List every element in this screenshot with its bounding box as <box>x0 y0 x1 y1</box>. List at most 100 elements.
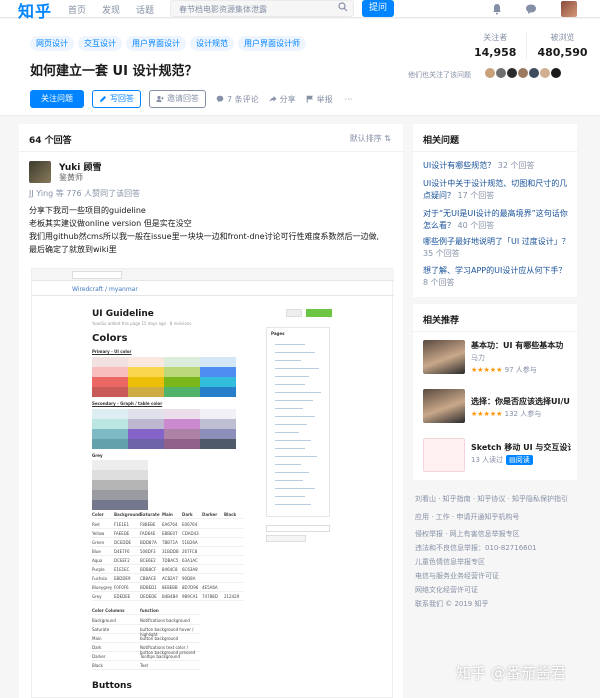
followed-by-text[interactable]: 他们也关注了该问题 <box>408 70 471 80</box>
page-link <box>275 416 315 417</box>
recommend-item-title[interactable]: Sketch 移动 UI 与交互设计 <box>471 442 571 453</box>
rating-stars: ★★★★★ <box>471 410 503 418</box>
followers-stat[interactable]: 关注者 14,958 <box>464 32 526 59</box>
follower-avatar[interactable] <box>550 67 562 79</box>
table-cell: E1E1EC <box>114 567 130 572</box>
related-question-count: 17 个回答 <box>457 191 495 200</box>
related-question-text[interactable]: UI设计有哪些规范？ <box>423 161 495 170</box>
bell-icon[interactable] <box>491 3 503 15</box>
search-icon[interactable] <box>338 2 348 12</box>
question-header: 网页设计 交互设计 用户界面设计 设计规范 用户界面设计师 如何建立一套 UI … <box>0 19 600 116</box>
footer-links[interactable]: 刘看山 · 知乎指南 · 知乎协议 · 知乎隐私保护指引 <box>415 492 585 506</box>
message-icon[interactable] <box>525 3 537 15</box>
nav-home[interactable]: 首页 <box>68 3 86 16</box>
table-cell: 31BDDB <box>162 549 179 554</box>
report-label: 举报 <box>316 94 333 104</box>
footer-links[interactable]: 联系我们 © 2019 知乎 <box>415 597 585 611</box>
table-row: Purple E1E1EC BDB8CF 8464C8 6C63A8 <box>92 566 244 574</box>
answer-line: 我们用github然cms所以我一般在issue里一块块一边和front-dne… <box>29 232 380 241</box>
table-cell: Tooltips background <box>140 654 181 659</box>
book-cover-image[interactable] <box>423 438 465 472</box>
table-cell: EBDDE9 <box>114 576 131 581</box>
topic-tag[interactable]: 用户界面设计 <box>126 36 186 51</box>
related-question-count: 40 个回答 <box>457 221 495 230</box>
related-question[interactable]: 对于“无UI是UI设计的最高境界”这句话你怎么看？ 40 个回答 <box>423 208 573 232</box>
color-swatch <box>92 419 128 429</box>
page-link <box>275 480 303 481</box>
table-cell: Background <box>92 618 116 623</box>
table-header: function <box>140 608 159 613</box>
answer-image[interactable]: Wiredcraft / myanmar UI Guideline YuanSu… <box>31 268 394 698</box>
table-row: Red F1E1E1 F8BEBE EA6764 E06764 <box>92 521 244 529</box>
topic-tag[interactable]: 设计规范 <box>190 36 234 51</box>
read-button[interactable]: ▤阅读 <box>506 455 533 465</box>
related-question-text[interactable]: UI设计中关于设计规范、切图和尺寸的几点疑问？ <box>423 179 567 200</box>
footer-links[interactable]: 侵权举报 · 网上有害信息举报专区 <box>415 527 585 541</box>
related-question-text[interactable]: 对于“无UI是UI设计的最高境界”这句话你怎么看？ <box>423 209 568 230</box>
author-avatar[interactable] <box>29 161 51 183</box>
table-cell: CB8ACE <box>140 576 157 581</box>
follow-question-button[interactable]: 关注问题 <box>30 90 84 108</box>
table-cell: 7BB71A <box>162 540 178 545</box>
color-swatch <box>92 367 128 377</box>
table-header: Darker <box>202 512 218 517</box>
live-cover-image[interactable] <box>423 340 465 374</box>
recommend-item-author: 马力 <box>471 354 485 362</box>
page-link <box>275 352 315 353</box>
readers-count: 13 人读过 <box>471 456 504 464</box>
upvote-summary[interactable]: JJ Ying 等 776 人赞同了该回答 <box>29 188 140 199</box>
table-cell: 74788D <box>202 594 218 599</box>
related-question[interactable]: 想了解、学习APP的UI设计应从何下手？ 8 个回答 <box>423 265 573 289</box>
more-button[interactable]: ··· <box>345 95 353 104</box>
share-button[interactable]: 分享 <box>269 94 296 105</box>
topic-tag[interactable]: 网页设计 <box>30 36 74 51</box>
related-title: 相关问题 <box>423 136 460 146</box>
color-swatch <box>92 470 148 480</box>
footer-links[interactable]: 网络文化经营许可证 <box>415 583 585 597</box>
related-question[interactable]: UI设计有哪些规范？ 32 个回答 <box>423 160 573 172</box>
footer-links[interactable]: 儿童色情信息举报专区 <box>415 555 585 569</box>
color-swatch <box>164 419 200 429</box>
color-swatch <box>200 429 236 439</box>
table-row: Black Text <box>92 662 200 670</box>
page-link <box>275 384 305 385</box>
comments-button[interactable]: 7 条评论 <box>216 94 259 105</box>
color-swatch <box>128 387 164 397</box>
report-button[interactable]: 举报 <box>306 94 333 105</box>
related-question-text[interactable]: 哪些例子最好地说明了「UI 过度设计」？ <box>423 237 570 246</box>
topic-tag[interactable]: 用户界面设计师 <box>238 36 306 51</box>
color-swatch <box>164 409 200 419</box>
related-question-text[interactable]: 想了解、学习APP的UI设计应从何下手？ <box>423 266 566 275</box>
question-stats: 关注者 14,958 被浏览 480,590 <box>464 32 598 59</box>
recommend-item-title[interactable]: 基本功：UI 有哪些基本功 <box>471 340 571 351</box>
footer-links[interactable]: 电信与服务业务经营许可证 <box>415 569 585 583</box>
table-cell: Red <box>92 522 100 527</box>
search-input[interactable]: 春节档电影资源集体泄露 <box>170 0 354 17</box>
write-answer-button[interactable]: 写回答 <box>92 90 141 108</box>
recommend-item-title[interactable]: 选择：你是否应该选择UI/U <box>471 396 571 407</box>
table-row: Aqua DCEEF2 BCE6E2 7DBAC5 63A1AC <box>92 557 244 565</box>
sort-label: 默认排序 <box>349 134 382 143</box>
related-question[interactable]: UI设计中关于设计规范、切图和尺寸的几点疑问？ 17 个回答 <box>423 178 573 202</box>
table-cell: BDB8CF <box>140 567 157 572</box>
author-headline: 鉴黄师 <box>59 173 83 182</box>
invite-answer-button[interactable]: 邀请回答 <box>149 90 206 108</box>
related-question[interactable]: 哪些例子最好地说明了「UI 过度设计」？ 35 个回答 <box>423 236 573 260</box>
answer-line: 老板其实建议做online version 但是实在没空 <box>29 219 192 228</box>
topic-tag[interactable]: 交互设计 <box>78 36 122 51</box>
footer-links[interactable]: 应用 · 工作 · 申请开通知乎机构号 <box>415 510 585 524</box>
ask-question-button[interactable]: 提问 <box>362 0 394 17</box>
live-cover-image[interactable] <box>423 389 465 423</box>
nav-explore[interactable]: 发现 <box>102 3 120 16</box>
nav-topics[interactable]: 话题 <box>136 3 154 16</box>
sort-dropdown[interactable]: 默认排序 ⇅ <box>350 133 391 144</box>
pages-label: Pages <box>271 331 285 336</box>
color-swatch <box>92 377 128 387</box>
color-swatch <box>92 460 148 470</box>
edit-button <box>286 309 302 317</box>
user-avatar[interactable] <box>561 1 577 17</box>
page-link <box>275 424 307 425</box>
color-swatch <box>92 409 128 419</box>
table-cell: FAEEDE <box>114 531 130 536</box>
table-cell: Blueygrey <box>92 585 113 590</box>
